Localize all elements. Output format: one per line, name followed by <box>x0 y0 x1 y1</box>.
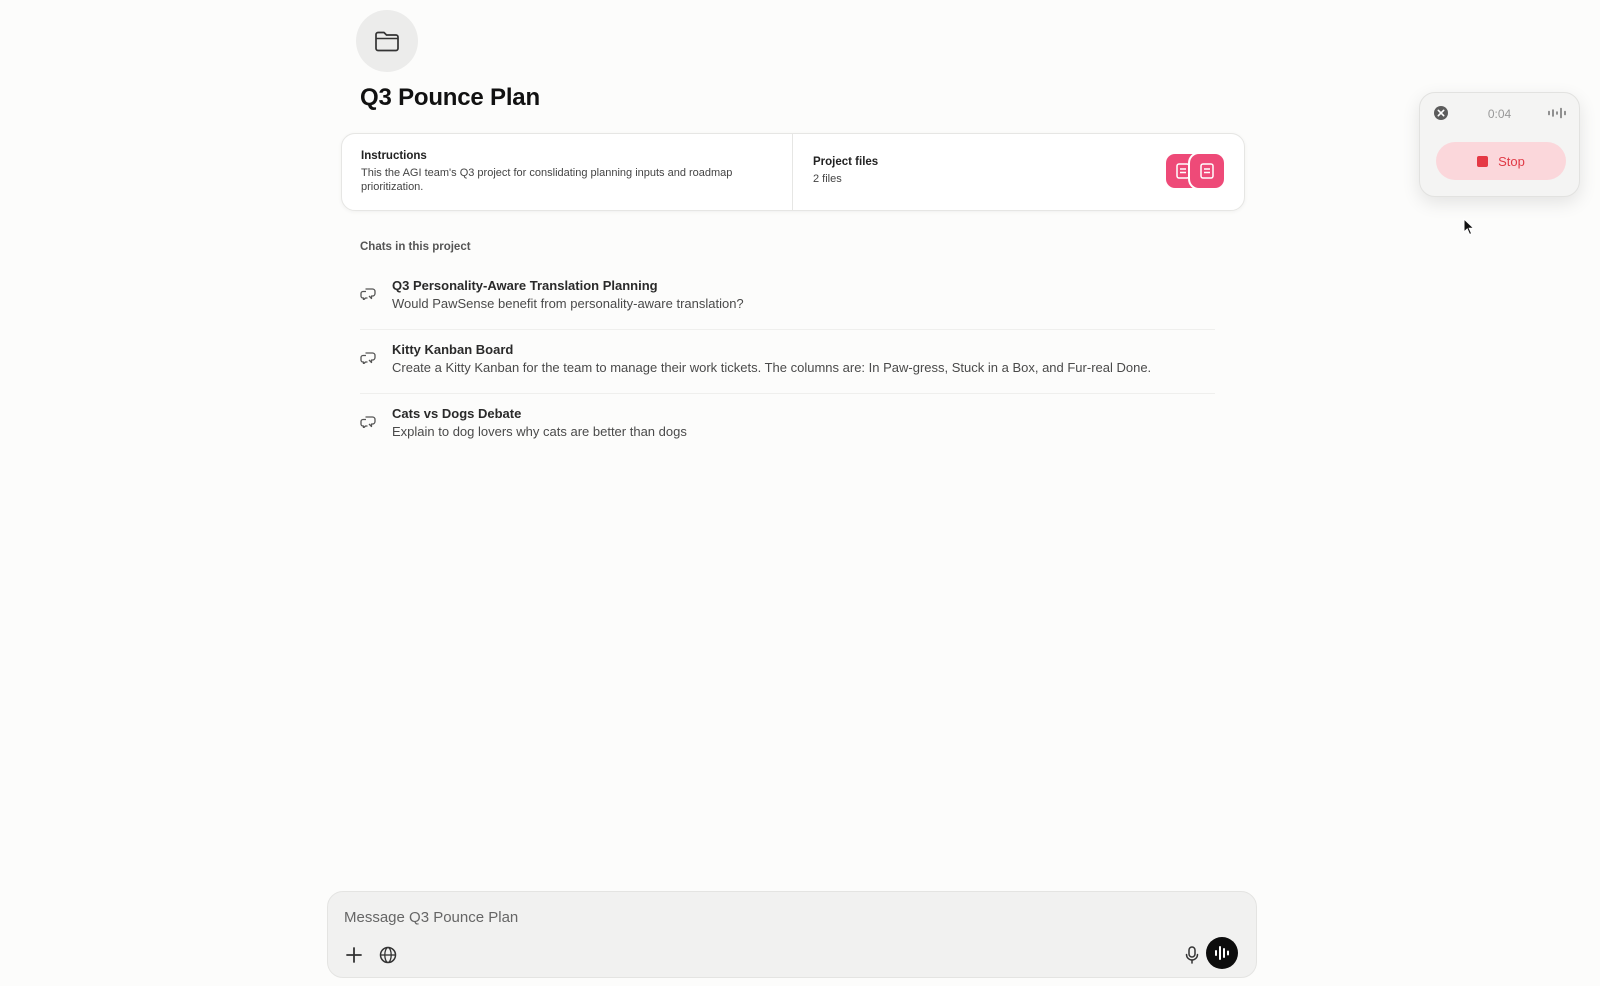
waveform-icon <box>1215 946 1229 960</box>
add-attachment-button[interactable] <box>340 941 368 969</box>
chat-list: Q3 Personality-Aware Translation Plannin… <box>360 266 1215 458</box>
instructions-heading: Instructions <box>361 150 427 162</box>
chats-section-label: Chats in this project <box>360 241 471 253</box>
dictate-button[interactable] <box>1178 941 1206 969</box>
project-files-heading: Project files <box>813 156 879 168</box>
chat-title: Cats vs Dogs Debate <box>392 406 522 421</box>
instructions-panel[interactable]: Instructions This the AGI team's Q3 proj… <box>342 134 793 210</box>
chat-title: Q3 Personality-Aware Translation Plannin… <box>392 278 658 293</box>
message-input[interactable] <box>342 904 1126 930</box>
file-thumbnails[interactable] <box>1166 154 1226 188</box>
project-files-panel[interactable]: Project files 2 files <box>793 134 1244 210</box>
voice-mode-button[interactable] <box>1206 937 1238 969</box>
file-thumbnail[interactable] <box>1190 154 1224 188</box>
instructions-text: This the AGI team's Q3 project for consl… <box>361 167 733 193</box>
plus-icon <box>346 947 362 963</box>
chat-subtitle: Create a Kitty Kanban for the team to ma… <box>392 360 1152 375</box>
project-files-count: 2 files <box>813 173 842 185</box>
chat-title: Kitty Kanban Board <box>392 342 514 357</box>
stop-icon <box>1477 155 1489 167</box>
stop-label: Stop <box>1498 153 1525 169</box>
chat-bubble-icon <box>360 352 376 364</box>
chat-bubble-icon <box>360 416 376 428</box>
chat-subtitle: Explain to dog lovers why cats are bette… <box>392 424 687 439</box>
audio-level-icon <box>1548 107 1566 119</box>
folder-icon <box>375 31 399 52</box>
stop-recording-button[interactable]: Stop <box>1436 142 1566 180</box>
document-icon <box>1200 163 1214 179</box>
chat-list-item[interactable]: Kitty Kanban Board Create a Kitty Kanban… <box>360 330 1215 394</box>
page-title: Q3 Pounce Plan <box>360 84 540 111</box>
message-composer <box>327 891 1257 978</box>
chat-list-item[interactable]: Cats vs Dogs Debate Explain to dog lover… <box>360 394 1215 458</box>
mouse-cursor-icon <box>1463 218 1475 236</box>
microphone-icon <box>1185 946 1199 964</box>
chat-list-item[interactable]: Q3 Personality-Aware Translation Plannin… <box>360 266 1215 330</box>
web-search-button[interactable] <box>374 941 402 969</box>
project-info-card: Instructions This the AGI team's Q3 proj… <box>341 133 1245 211</box>
recording-widget: 0:04 Stop <box>1419 92 1580 197</box>
globe-icon <box>379 946 397 964</box>
project-folder-badge <box>356 10 418 72</box>
document-icon <box>1176 163 1190 179</box>
chat-bubble-icon <box>360 288 376 300</box>
chat-subtitle: Would PawSense benefit from personality-… <box>392 296 744 311</box>
